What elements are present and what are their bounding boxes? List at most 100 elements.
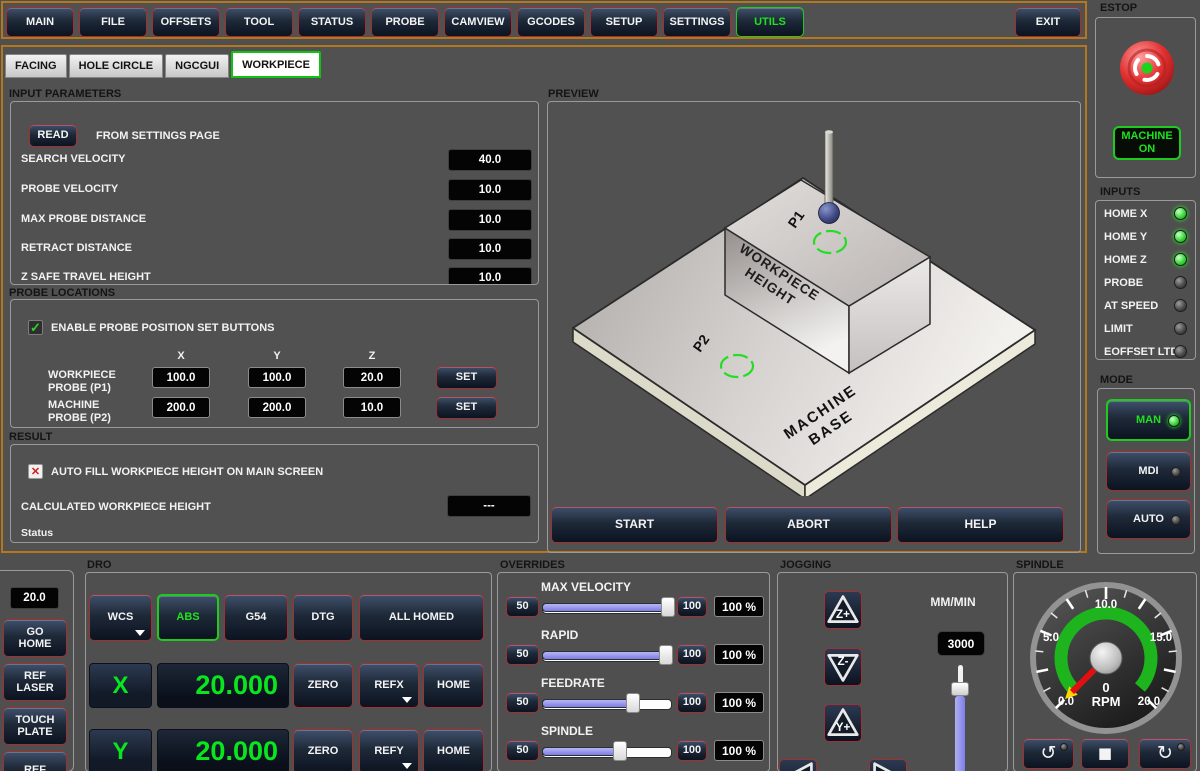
feedrate-max-button[interactable]: 100: [677, 692, 707, 713]
max-velocity-slider[interactable]: [542, 599, 672, 615]
home-y-button[interactable]: HOME: [423, 729, 484, 771]
spindle-ovr-min-button[interactable]: 50: [506, 740, 539, 761]
estop-button[interactable]: [1119, 40, 1175, 96]
jog-rate-slider[interactable]: [950, 665, 970, 771]
wcs-dropdown-button[interactable]: WCS: [89, 594, 152, 641]
touch-plate-button[interactable]: TOUCH PLATE: [3, 707, 67, 745]
laser-offset-value[interactable]: 20.0: [10, 587, 59, 609]
svg-text:Z-: Z-: [838, 655, 849, 668]
slider-handle[interactable]: [661, 597, 675, 617]
menu-camview[interactable]: CAMVIEW: [444, 7, 512, 37]
autofill-label: AUTO FILL WORKPIECE HEIGHT ON MAIN SCREE…: [51, 466, 323, 478]
slider-handle[interactable]: [951, 682, 969, 696]
machine-probe-set-button[interactable]: SET: [436, 396, 497, 419]
abs-button[interactable]: ABS: [157, 594, 219, 641]
menu-setup[interactable]: SETUP: [590, 7, 658, 37]
estop-title: ESTOP: [1100, 2, 1137, 14]
led-home-y: [1174, 230, 1187, 243]
spindle-ovr-max-button[interactable]: 100: [677, 740, 707, 761]
enable-probe-set-checkbox[interactable]: [28, 320, 43, 335]
menu-offsets[interactable]: OFFSETS: [152, 7, 220, 37]
svg-text:15.0: 15.0: [1150, 632, 1172, 644]
autofill-checkbox[interactable]: [28, 464, 43, 479]
zero-y-button[interactable]: ZERO: [293, 729, 353, 771]
field-value-probe-velocity[interactable]: 10.0: [448, 179, 532, 201]
workpiece-probe-z[interactable]: 20.0: [343, 367, 401, 388]
menu-gcodes[interactable]: GCODES: [517, 7, 585, 37]
menu-file[interactable]: FILE: [79, 7, 147, 37]
svg-text:0: 0: [1102, 680, 1109, 695]
feedrate-slider[interactable]: [542, 695, 672, 711]
start-button[interactable]: START: [551, 506, 718, 543]
spindle-stop-button[interactable]: ■: [1081, 738, 1129, 769]
jog-y-plus-button[interactable]: Y+: [824, 704, 862, 742]
exit-button[interactable]: EXIT: [1015, 7, 1081, 37]
menu-settings[interactable]: SETTINGS: [663, 7, 731, 37]
jog-x-plus-button[interactable]: X+: [869, 759, 907, 771]
rapid-slider[interactable]: [542, 647, 672, 663]
preview-title: PREVIEW: [548, 88, 599, 100]
tab-hole-circle[interactable]: HOLE CIRCLE: [69, 54, 164, 78]
menu-status[interactable]: STATUS: [298, 7, 366, 37]
workpiece-probe-y[interactable]: 100.0: [248, 367, 306, 388]
tab-workpiece[interactable]: WORKPIECE: [231, 51, 321, 78]
menu-utils[interactable]: UTILS: [736, 7, 804, 37]
rapid-max-button[interactable]: 100: [677, 644, 707, 665]
spindle-ovr-label: SPINDLE: [541, 724, 593, 738]
menu-probe[interactable]: PROBE: [371, 7, 439, 37]
g54-button[interactable]: G54: [224, 594, 288, 641]
workpiece-probe-x[interactable]: 100.0: [152, 367, 210, 388]
workpiece-probe-set-button[interactable]: SET: [436, 366, 497, 389]
zero-x-button[interactable]: ZERO: [293, 663, 353, 708]
led-probe: [1174, 276, 1187, 289]
input-label-at-speed: AT SPEED: [1104, 300, 1158, 312]
machine-probe-x[interactable]: 200.0: [152, 397, 210, 418]
jog-z-plus-button[interactable]: Z+: [824, 591, 862, 629]
menu-tool[interactable]: TOOL: [225, 7, 293, 37]
mode-man-button[interactable]: MAN: [1106, 399, 1191, 441]
field-label-search-velocity: SEARCH VELOCITY: [21, 153, 126, 165]
feedrate-min-button[interactable]: 50: [506, 692, 539, 713]
jog-rate-value[interactable]: 3000: [937, 631, 985, 656]
field-value-z-safe-travel[interactable]: 10.0: [448, 267, 532, 285]
machine-on-button[interactable]: MACHINE ON: [1113, 126, 1181, 160]
field-value-retract-distance[interactable]: 10.0: [448, 238, 532, 260]
jog-z-minus-button[interactable]: Z-: [824, 648, 862, 686]
rapid-min-button[interactable]: 50: [506, 644, 539, 665]
max-velocity-max-button[interactable]: 100: [677, 596, 707, 617]
home-x-button[interactable]: HOME: [423, 663, 484, 708]
mode-man-label: MAN: [1136, 414, 1161, 426]
input-label-home-x: HOME X: [1104, 208, 1147, 220]
preview-box: P1 P2 WORKPIECE HEIGHT MACHINE BASE STAR…: [547, 101, 1081, 553]
ref-button[interactable]: REF: [3, 751, 67, 771]
help-button[interactable]: HELP: [897, 506, 1064, 543]
spindle-ovr-slider[interactable]: [542, 743, 672, 759]
ref-laser-button[interactable]: REF LASER: [3, 663, 67, 701]
estop-box: MACHINE ON: [1095, 17, 1196, 178]
refy-button[interactable]: REFY: [359, 729, 419, 771]
mode-mdi-button[interactable]: MDI: [1106, 451, 1191, 491]
abort-button[interactable]: ABORT: [725, 506, 892, 543]
jog-x-minus-button[interactable]: X-: [779, 759, 817, 771]
spindle-cw-button[interactable]: ↻: [1139, 738, 1191, 769]
all-homed-button[interactable]: ALL HOMED: [359, 594, 484, 641]
field-value-max-probe-distance[interactable]: 10.0: [448, 209, 532, 231]
slider-handle[interactable]: [659, 645, 673, 665]
refx-button[interactable]: REFX: [359, 663, 419, 708]
tab-facing[interactable]: FACING: [5, 54, 67, 78]
machine-probe-y[interactable]: 200.0: [248, 397, 306, 418]
slider-handle[interactable]: [626, 693, 640, 713]
max-velocity-min-button[interactable]: 50: [506, 596, 539, 617]
tab-ngcgui[interactable]: NGCGUI: [165, 54, 229, 78]
mode-auto-button[interactable]: AUTO: [1106, 499, 1191, 539]
svg-text:5.0: 5.0: [1043, 632, 1059, 644]
dtg-button[interactable]: DTG: [293, 594, 353, 641]
go-home-button[interactable]: GO HOME: [3, 619, 67, 657]
field-value-search-velocity[interactable]: 40.0: [448, 149, 532, 171]
menu-main[interactable]: MAIN: [6, 7, 74, 37]
read-button[interactable]: READ: [29, 124, 77, 147]
triangle-left-icon: X-: [781, 761, 815, 771]
slider-handle[interactable]: [613, 741, 627, 761]
machine-probe-z[interactable]: 10.0: [343, 397, 401, 418]
spindle-ccw-button[interactable]: ↺: [1023, 738, 1074, 769]
